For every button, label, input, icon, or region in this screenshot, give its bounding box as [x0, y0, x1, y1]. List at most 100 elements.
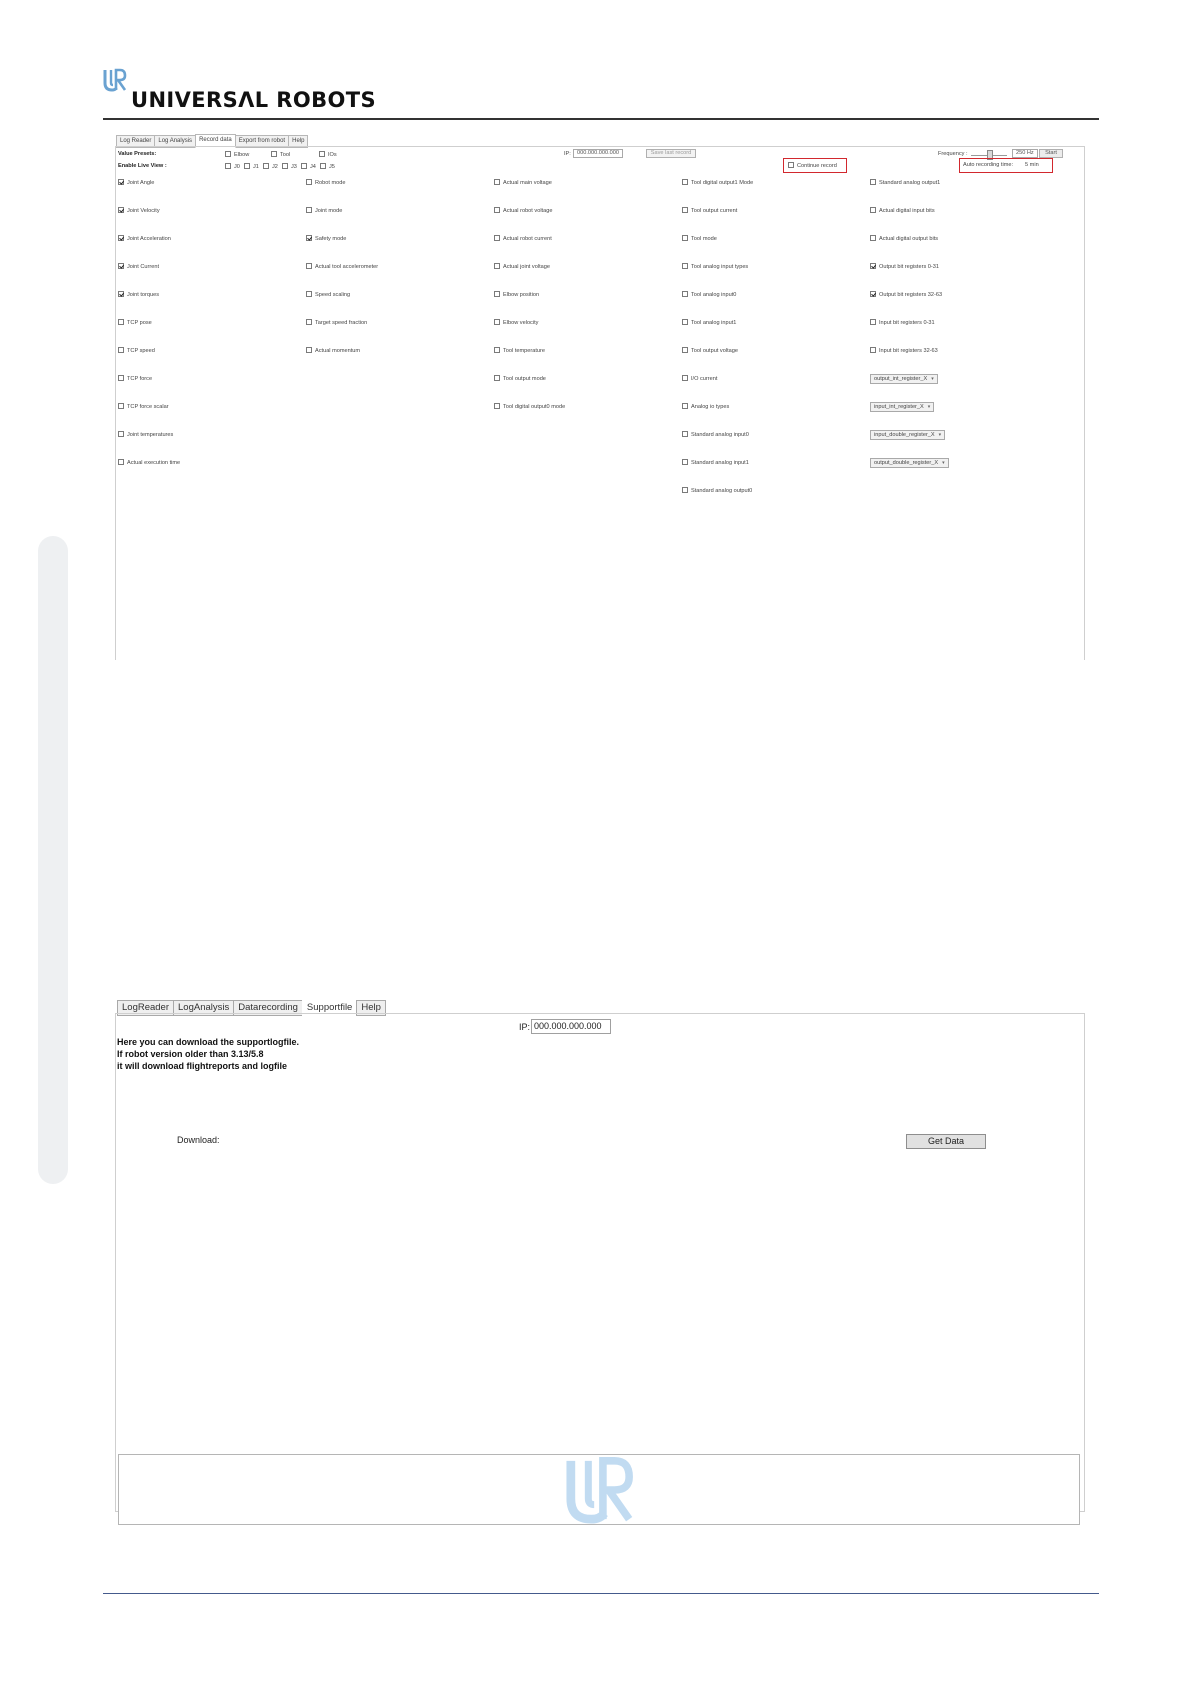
live-view-j5[interactable]: J5	[320, 163, 335, 171]
live-view-j2[interactable]: J2	[263, 163, 278, 171]
save-last-record-button[interactable]: Save last record	[646, 149, 696, 158]
var-speed-scaling-label: Speed scaling	[315, 292, 351, 298]
var-joint-current[interactable]: Joint Current	[118, 263, 159, 271]
register-select-output-int-register-x[interactable]: output_int_register_X ▾	[870, 374, 938, 384]
preset-tool[interactable]: Tool	[271, 151, 290, 159]
var-actual-digital-input-bits[interactable]: Actual digital input bits	[870, 207, 935, 215]
var-actual-main-voltage[interactable]: Actual main voltage	[494, 179, 552, 187]
var-tool-output-current[interactable]: Tool output current	[682, 207, 737, 215]
continue-record-checkbox[interactable]: Continue record	[788, 162, 837, 170]
checkbox-icon	[870, 319, 876, 325]
var-elbow-position[interactable]: Elbow position	[494, 291, 539, 299]
checkbox-icon	[301, 163, 307, 169]
var-joint-current-label: Joint Current	[127, 264, 160, 270]
var-tool-analog-input1[interactable]: Tool analog input1	[682, 319, 736, 327]
var-tcp-pose[interactable]: TCP pose	[118, 319, 152, 327]
checkbox-icon	[306, 263, 312, 269]
var-joint-velocity[interactable]: Joint Velocity	[118, 207, 160, 215]
register-select-input-double-register-x[interactable]: input_double_register_X ▾	[870, 430, 946, 440]
var-target-speed-fraction[interactable]: Target speed fraction	[306, 319, 367, 327]
live-view-j4[interactable]: J4	[301, 163, 316, 171]
checkbox-icon	[494, 235, 500, 241]
checkbox-icon	[118, 403, 124, 409]
var-tcp-force-label: TCP force	[127, 376, 153, 382]
live-view-j3[interactable]: J3	[282, 163, 297, 171]
var-elbow-position-label: Elbow position	[503, 292, 540, 298]
var-actual-execution-time-label: Actual execution time	[127, 460, 181, 466]
var-tool-output-mode[interactable]: Tool output mode	[494, 375, 546, 383]
live-view-j3-label: J3	[291, 164, 297, 170]
checkbox-icon	[319, 151, 325, 157]
var-actual-tool-accelerometer-label: Actual tool accelerometer	[315, 264, 379, 270]
var-actual-robot-current[interactable]: Actual robot current	[494, 235, 552, 243]
live-view-j1-label: J1	[253, 164, 259, 170]
frequency-label: Frequency :	[938, 151, 968, 157]
var-tool-digital-output0-mode-label: Tool digital output0 mode	[503, 404, 566, 410]
checkbox-icon	[306, 207, 312, 213]
var-tcp-force-scalar-label: TCP force scalar	[127, 404, 169, 410]
var-input-bit-registers-0-31[interactable]: Input bit registers 0-31	[870, 319, 935, 327]
var-tcp-speed-label: TCP speed	[127, 348, 155, 354]
var-tool-digital-output1-mode[interactable]: Tool digital output1 Mode	[682, 179, 753, 187]
var-actual-digital-output-bits[interactable]: Actual digital output bits	[870, 235, 938, 243]
var-tool-analog-input0-label: Tool analog input0	[691, 292, 737, 298]
checkbox-icon	[682, 207, 688, 213]
var-analog-io-types-label: Analog io types	[691, 404, 730, 410]
var-actual-execution-time[interactable]: Actual execution time	[118, 459, 180, 467]
var-i-o-current[interactable]: I/O current	[682, 375, 717, 383]
var-standard-analog-output0[interactable]: Standard analog output0	[682, 487, 752, 495]
ip-input[interactable]: 000.000.000.000	[531, 1019, 611, 1034]
var-joint-temperatures[interactable]: Joint temperatures	[118, 431, 173, 439]
checkbox-icon	[271, 151, 277, 157]
preset-ios[interactable]: IOs	[319, 151, 337, 159]
var-joint-acceleration[interactable]: Joint Acceleration	[118, 235, 171, 243]
preset-elbow-label: Elbow	[234, 152, 250, 158]
var-actual-digital-output-bits-label: Actual digital output bits	[879, 236, 939, 242]
var-tool-temperature[interactable]: Tool temperature	[494, 347, 545, 355]
checkbox-icon	[118, 431, 124, 437]
record-data-panel: Log Reader Log Analysis Record data Export …	[115, 134, 1085, 660]
var-tcp-speed[interactable]: TCP speed	[118, 347, 155, 355]
start-button[interactable]: Start	[1039, 149, 1063, 158]
var-actual-joint-voltage[interactable]: Actual joint voltage	[494, 263, 550, 271]
var-safety-mode[interactable]: Safety mode	[306, 235, 346, 243]
var-tool-analog-input-types[interactable]: Tool analog input types	[682, 263, 748, 271]
var-tcp-force[interactable]: TCP force	[118, 375, 152, 383]
var-analog-io-types[interactable]: Analog io types	[682, 403, 729, 411]
live-view-j5-label: J5	[329, 164, 335, 170]
var-elbow-velocity[interactable]: Elbow velocity	[494, 319, 538, 327]
checkbox-icon	[494, 263, 500, 269]
get-data-button[interactable]: Get Data	[906, 1134, 986, 1149]
var-output-bit-registers-0-31[interactable]: Output bit registers 0-31	[870, 263, 939, 271]
var-standard-analog-input1[interactable]: Standard analog input1	[682, 459, 749, 467]
var-joint-mode[interactable]: Joint mode	[306, 207, 342, 215]
var-input-bit-registers-32-63[interactable]: Input bit registers 32-63	[870, 347, 938, 355]
preset-elbow[interactable]: Elbow	[225, 151, 249, 159]
register-select-output-double-register-x[interactable]: output_double_register_X ▾	[870, 458, 949, 468]
register-select-input-int-register-x[interactable]: input_int_register_X ▾	[870, 402, 935, 412]
var-actual-tool-accelerometer[interactable]: Actual tool accelerometer	[306, 263, 378, 271]
checkbox-icon	[494, 375, 500, 381]
live-view-j1[interactable]: J1	[244, 163, 259, 171]
var-standard-analog-output1[interactable]: Standard analog output1	[870, 179, 940, 187]
live-view-j0[interactable]: J0	[225, 163, 240, 171]
var-standard-analog-input0[interactable]: Standard analog input0	[682, 431, 749, 439]
checkbox-icon	[682, 375, 688, 381]
var-speed-scaling[interactable]: Speed scaling	[306, 291, 350, 299]
chevron-down-icon: ▾	[938, 432, 942, 438]
var-actual-robot-voltage[interactable]: Actual robot voltage	[494, 207, 552, 215]
var-tool-analog-input0[interactable]: Tool analog input0	[682, 291, 736, 299]
var-joint-angle[interactable]: Joint Angle	[118, 179, 154, 187]
auto-recording-value[interactable]: 5 min	[1025, 162, 1039, 169]
ip-input[interactable]: 000.000.000.000	[573, 149, 623, 158]
var-joint-torques[interactable]: Joint torques	[118, 291, 159, 299]
var-tool-digital-output0-mode[interactable]: Tool digital output0 mode	[494, 403, 565, 411]
ur-logo-icon	[103, 68, 127, 92]
var-robot-mode[interactable]: Robot mode	[306, 179, 345, 187]
var-actual-momentum[interactable]: Actual momentum	[306, 347, 360, 355]
var-tool-mode[interactable]: Tool mode	[682, 235, 717, 243]
var-tool-output-voltage[interactable]: Tool output voltage	[682, 347, 738, 355]
var-tcp-force-scalar[interactable]: TCP force scalar	[118, 403, 169, 411]
checkbox-icon	[118, 347, 124, 353]
var-output-bit-registers-32-63[interactable]: Output bit registers 32-63	[870, 291, 942, 299]
